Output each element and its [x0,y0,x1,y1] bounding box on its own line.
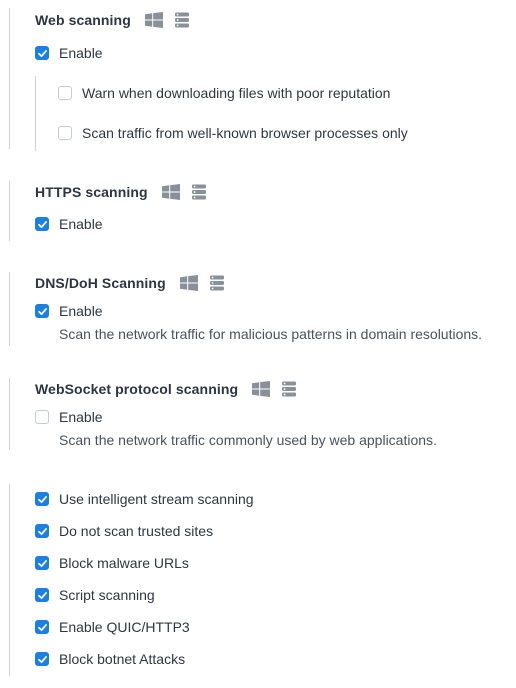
web-enable-label: Enable [59,45,103,61]
warn-poor-reputation-row[interactable]: Warn when downloading files with poor re… [58,82,390,104]
web-enable-row[interactable]: Enable [35,42,103,64]
script-scanning-checkbox[interactable] [35,588,49,602]
section-divider-https [9,181,10,241]
dns-enable-label: Enable [59,303,103,319]
https-enable-label: Enable [59,216,103,232]
server-icon [280,381,298,397]
dns-description: Scan the network traffic for malicious p… [59,326,483,342]
option-row-intelligent-stream[interactable]: Use intelligent stream scanning [35,488,254,510]
malware-urls-label: Block malware URLs [59,555,189,571]
warn-poor-reputation-label: Warn when downloading files with poor re… [82,85,391,101]
websocket-enable-checkbox[interactable] [35,410,49,424]
botnet-attacks-checkbox[interactable] [35,652,49,666]
option-row-script-scanning[interactable]: Script scanning [35,584,155,606]
section-divider-websocket [9,378,10,450]
warn-poor-reputation-checkbox[interactable] [58,86,72,100]
dns-scanning-title: DNS/DoH Scanning [35,275,166,291]
section-divider-dns [9,272,10,346]
server-icon [173,12,191,28]
windows-icon [161,184,180,200]
dns-enable-checkbox[interactable] [35,304,49,318]
server-icon [208,275,226,291]
https-scanning-header: HTTPS scanning [35,181,208,203]
windows-icon [179,275,198,291]
trusted-sites-checkbox[interactable] [35,524,49,538]
browser-only-checkbox[interactable] [58,126,72,140]
https-scanning-title: HTTPS scanning [35,184,148,200]
web-scanning-title: Web scanning [35,12,131,28]
option-row-malware-urls[interactable]: Block malware URLs [35,552,189,574]
trusted-sites-label: Do not scan trusted sites [59,523,214,539]
websocket-enable-row[interactable]: Enable [35,406,103,428]
web-enable-checkbox[interactable] [35,46,49,60]
intelligent-stream-checkbox[interactable] [35,492,49,506]
malware-urls-checkbox[interactable] [35,556,49,570]
websocket-scanning-header: WebSocket protocol scanning [35,378,298,400]
intelligent-stream-label: Use intelligent stream scanning [59,491,254,507]
windows-icon [144,12,163,28]
windows-icon [252,381,271,397]
script-scanning-label: Script scanning [59,587,155,603]
websocket-enable-label: Enable [59,409,103,425]
quic-http3-label: Enable QUIC/HTTP3 [59,619,190,635]
option-row-botnet-attacks[interactable]: Block botnet Attacks [35,648,185,670]
server-icon [190,184,208,200]
option-row-quic-http3[interactable]: Enable QUIC/HTTP3 [35,616,190,638]
dns-enable-row[interactable]: Enable [35,300,103,322]
quic-http3-checkbox[interactable] [35,620,49,634]
websocket-description: Scan the network traffic commonly used b… [59,432,437,448]
web-sub-divider [35,76,36,151]
section-divider-web [9,8,10,149]
browser-only-row[interactable]: Scan traffic from well-known browser pro… [58,122,408,144]
https-enable-row[interactable]: Enable [35,213,103,235]
websocket-scanning-title: WebSocket protocol scanning [35,381,239,397]
browser-only-label: Scan traffic from well-known browser pro… [82,125,408,141]
https-enable-checkbox[interactable] [35,217,49,231]
option-row-trusted-sites[interactable]: Do not scan trusted sites [35,520,213,542]
section-divider-options [9,484,10,676]
dns-scanning-header: DNS/DoH Scanning [35,272,226,294]
web-scanning-header: Web scanning [35,9,191,31]
botnet-attacks-label: Block botnet Attacks [59,651,186,667]
